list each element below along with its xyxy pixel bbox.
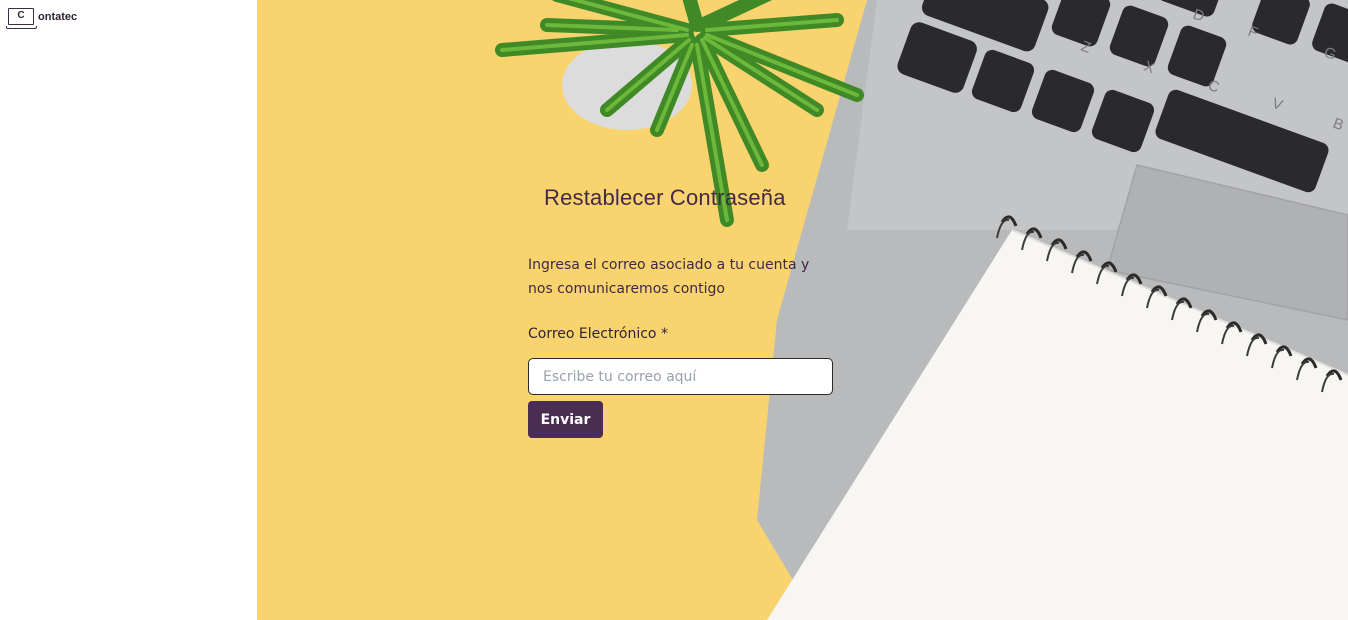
sidebar: C ontatec bbox=[0, 0, 257, 620]
page-description: Ingresa el correo asociado a tu cuenta y… bbox=[528, 257, 810, 297]
brand-logo[interactable]: C ontatec bbox=[6, 8, 78, 29]
desk-background-illustration: D F G Z X C V B bbox=[495, 0, 1348, 620]
email-field[interactable] bbox=[528, 358, 833, 395]
logo-letter: C bbox=[8, 8, 34, 25]
laptop-logo-icon: C bbox=[6, 8, 37, 29]
brand-name: ontatec bbox=[38, 11, 78, 23]
page-title: Restablecer Contraseña bbox=[544, 185, 786, 210]
email-label: Correo Electrónico * bbox=[528, 326, 668, 342]
submit-button[interactable]: Enviar bbox=[528, 401, 603, 438]
main-panel: D F G Z X C V B bbox=[257, 0, 1348, 620]
